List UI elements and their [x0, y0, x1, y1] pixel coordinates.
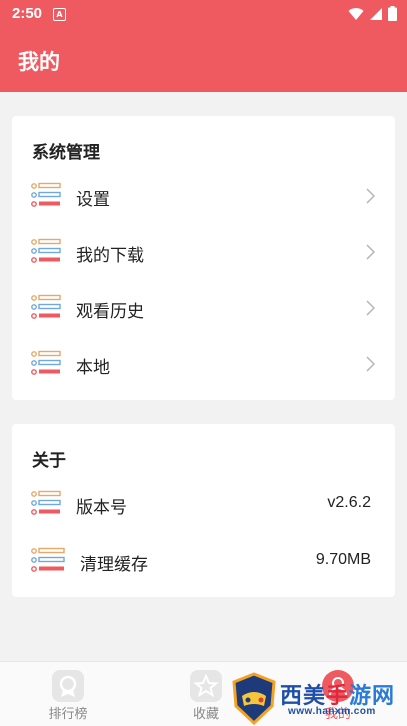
system-card: 系统管理 设置 我的下载 观看历史 本地 — [12, 116, 395, 400]
downloads-row[interactable]: 我的下载 — [12, 224, 395, 280]
battery-icon — [388, 6, 397, 21]
status-bar: 2:50 A — [0, 0, 407, 28]
gamepad-shield-logo — [232, 672, 276, 725]
tab-ranking-label: 排行榜 — [48, 707, 88, 722]
list-icon — [31, 547, 65, 578]
site-watermark: 西美手游网 www.hanxm.com — [230, 672, 407, 725]
list-icon — [31, 294, 61, 325]
wifi-icon — [348, 7, 364, 20]
list-icon — [31, 350, 61, 381]
downloads-label: 我的下载 — [76, 246, 144, 266]
app-bar: 我的 — [0, 28, 407, 92]
ranking-icon — [52, 670, 84, 702]
status-time: 2:50 — [12, 5, 43, 22]
notification-icon: A — [53, 8, 66, 21]
list-icon — [31, 182, 61, 213]
local-label: 本地 — [76, 358, 110, 378]
local-row[interactable]: 本地 — [12, 336, 395, 392]
list-icon — [31, 238, 61, 269]
page-title: 我的 — [18, 50, 60, 74]
chevron-right-icon — [366, 356, 376, 376]
version-row: 版本号 v2.6.2 — [12, 476, 395, 532]
settings-row[interactable]: 设置 — [12, 168, 395, 224]
chevron-right-icon — [366, 300, 376, 320]
version-value: v2.6.2 — [327, 494, 371, 511]
clear-cache-row[interactable]: 清理缓存 9.70MB — [12, 533, 395, 589]
signal-icon — [370, 7, 382, 20]
list-icon — [31, 490, 61, 521]
star-icon — [190, 670, 222, 702]
chevron-right-icon — [366, 188, 376, 208]
watermark-url: www.hanxm.com — [288, 706, 376, 717]
tab-ranking[interactable]: 排行榜 — [18, 662, 118, 726]
cache-size-value: 9.70MB — [315, 551, 371, 568]
chevron-right-icon — [366, 244, 376, 264]
history-row[interactable]: 观看历史 — [12, 280, 395, 336]
about-card: 关于 版本号 v2.6.2 清理缓存 9.70MB — [12, 424, 395, 597]
version-label: 版本号 — [76, 498, 127, 518]
system-section-title: 系统管理 — [32, 143, 100, 163]
clear-cache-label: 清理缓存 — [80, 555, 148, 575]
history-label: 观看历史 — [76, 302, 144, 322]
about-section-title: 关于 — [32, 451, 66, 471]
status-icons — [348, 6, 397, 21]
settings-label: 设置 — [76, 190, 110, 210]
